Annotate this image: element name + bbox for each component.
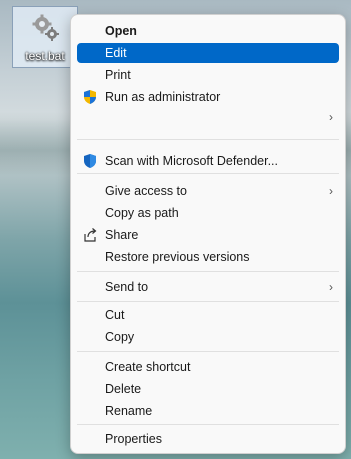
- chevron-right-icon: ›: [329, 280, 333, 294]
- chevron-right-icon: ›: [329, 110, 333, 124]
- menu-item-print[interactable]: Print: [77, 65, 339, 85]
- menu-item-delete[interactable]: Delete: [77, 379, 339, 399]
- menu-item-copy-as-path[interactable]: Copy as path: [77, 203, 339, 223]
- desktop-file-icon[interactable]: test.bat: [12, 6, 78, 68]
- menu-item-create-shortcut[interactable]: Create shortcut: [77, 357, 339, 377]
- menu-item-scan-defender[interactable]: Scan with Microsoft Defender...: [77, 151, 339, 171]
- context-menu: Open Edit Print Run as administrator › S…: [70, 14, 346, 454]
- menu-item-send-to[interactable]: Send to ›: [77, 277, 339, 297]
- menu-item-properties[interactable]: Properties: [77, 429, 339, 449]
- uac-shield-icon: [84, 90, 96, 104]
- menu-item-cut[interactable]: Cut: [77, 305, 339, 325]
- menu-item-edit[interactable]: Edit: [77, 43, 339, 63]
- menu-separator: [77, 271, 339, 272]
- menu-item-give-access[interactable]: Give access to ›: [77, 181, 339, 201]
- defender-shield-icon: [84, 154, 96, 168]
- menu-separator: [77, 351, 339, 352]
- menu-separator: [77, 173, 339, 174]
- menu-item-empty-submenu[interactable]: ›: [77, 107, 339, 127]
- gears-icon: [32, 14, 59, 41]
- menu-item-run-as-admin[interactable]: Run as administrator: [77, 87, 339, 107]
- menu-item-open[interactable]: Open: [77, 21, 339, 41]
- file-name-label: test.bat: [25, 49, 65, 63]
- menu-item-rename[interactable]: Rename: [77, 401, 339, 421]
- menu-separator: [77, 139, 339, 140]
- menu-separator: [77, 301, 339, 302]
- share-icon: [84, 228, 97, 242]
- menu-item-copy[interactable]: Copy: [77, 327, 339, 347]
- menu-item-share[interactable]: Share: [77, 225, 339, 245]
- menu-separator: [77, 424, 339, 425]
- menu-item-restore-versions[interactable]: Restore previous versions: [77, 247, 339, 267]
- chevron-right-icon: ›: [329, 184, 333, 198]
